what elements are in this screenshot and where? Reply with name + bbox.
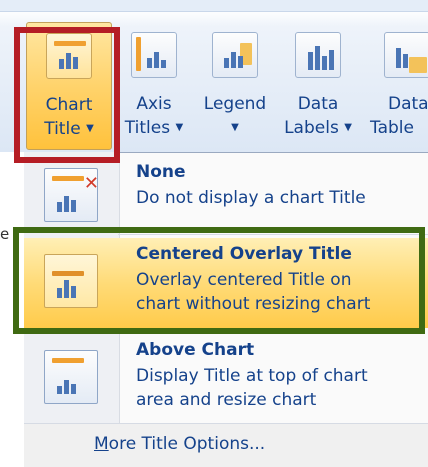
menu-item-description-line1: Overlay centered Title on xyxy=(136,270,352,290)
chevron-down-icon: ▼ xyxy=(231,122,239,133)
ribbon-top-border xyxy=(0,0,428,12)
menu-item-centered-overlay-title[interactable]: Centered Overlay Title Overlay centered … xyxy=(24,238,428,328)
chevron-down-icon: ▼ xyxy=(86,123,94,134)
menu-item-title: None xyxy=(136,162,186,182)
chart-title-label-line2: Title xyxy=(44,119,81,139)
menu-item-above-chart[interactable]: Above Chart Display Title at top of char… xyxy=(24,334,428,422)
axis-titles-button[interactable]: Axis Titles ▼ xyxy=(118,22,190,150)
worksheet-edge-text: e xyxy=(0,225,10,243)
menu-item-title: Centered Overlay Title xyxy=(136,244,352,264)
menu-item-none[interactable]: ✕ None Do not display a chart Title xyxy=(24,156,428,234)
chart-above-title-icon xyxy=(44,350,98,404)
axis-titles-icon xyxy=(131,32,177,78)
legend-icon xyxy=(212,32,258,78)
menu-item-description-line2: chart without resizing chart xyxy=(136,294,371,314)
axis-titles-label-line1: Axis xyxy=(136,94,172,114)
axis-titles-label-line2: Titles xyxy=(124,118,171,138)
close-icon: ✕ xyxy=(83,173,99,194)
worksheet-edge xyxy=(0,152,24,467)
data-table-label-line2: Table xyxy=(370,118,414,138)
data-table-label-line1: Data xyxy=(388,94,428,114)
more-title-options-accelerator: M xyxy=(94,434,109,454)
menu-item-description-line2: area and resize chart xyxy=(136,390,317,410)
more-title-options-label: ore Title Options... xyxy=(108,434,266,454)
data-labels-label-line1: Data xyxy=(297,94,339,114)
chart-title-icon xyxy=(46,33,92,79)
data-labels-icon xyxy=(295,32,341,78)
menu-separator xyxy=(118,234,428,235)
chart-title-button[interactable]: Chart Title ▼ xyxy=(26,22,112,150)
chevron-down-icon: ▼ xyxy=(344,122,352,133)
chart-overlay-title-icon xyxy=(44,254,98,308)
menu-item-description: Do not display a chart Title xyxy=(136,188,366,208)
data-table-button[interactable]: Data Table xyxy=(362,22,428,150)
chart-no-title-icon: ✕ xyxy=(44,168,99,222)
chevron-down-icon: ▼ xyxy=(175,122,184,133)
chart-title-label-line1: Chart xyxy=(45,95,93,115)
more-title-options-item[interactable]: More Title Options... xyxy=(24,423,428,467)
data-labels-button[interactable]: Data Labels ▼ xyxy=(280,22,356,150)
menu-item-title: Above Chart xyxy=(136,340,255,360)
data-labels-label-line2: Labels xyxy=(284,118,339,138)
data-table-icon xyxy=(384,32,428,78)
legend-button[interactable]: Legend ▼ xyxy=(196,22,274,150)
legend-label: Legend xyxy=(203,94,267,114)
menu-item-description-line1: Display Title at top of chart xyxy=(136,366,368,386)
